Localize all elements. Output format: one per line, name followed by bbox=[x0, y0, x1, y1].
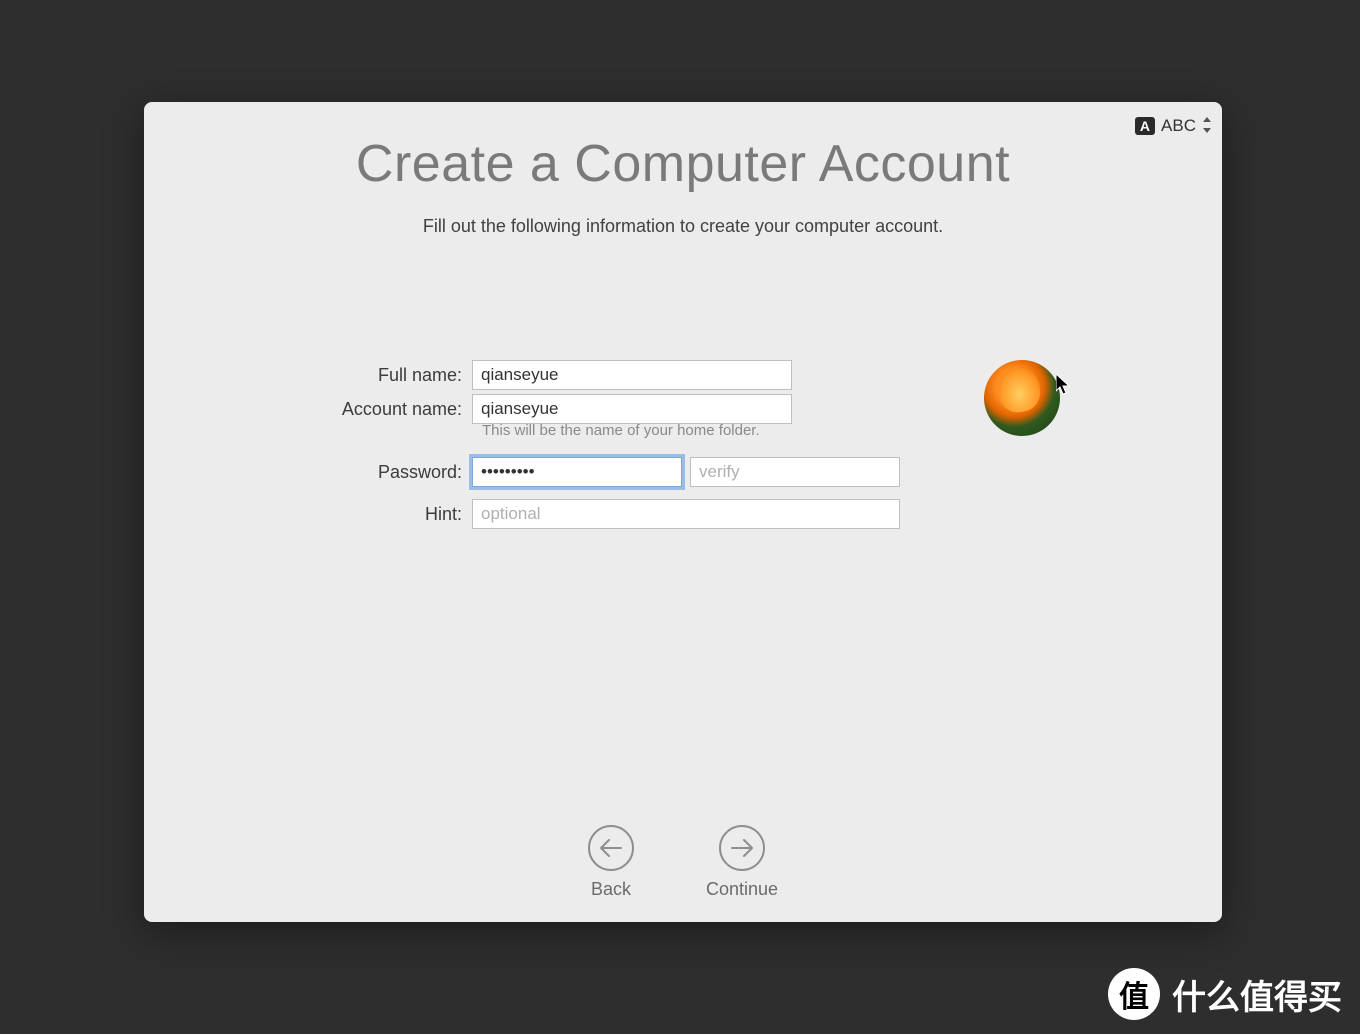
page-subtitle: Fill out the following information to cr… bbox=[144, 216, 1222, 237]
continue-label: Continue bbox=[706, 879, 778, 900]
password-verify-input[interactable] bbox=[690, 457, 900, 487]
watermark-badge-icon: 值 bbox=[1108, 968, 1160, 1020]
full-name-label: Full name: bbox=[144, 365, 472, 386]
hint-input[interactable] bbox=[472, 499, 900, 529]
hint-label: Hint: bbox=[144, 504, 472, 525]
password-label: Password: bbox=[144, 462, 472, 483]
account-avatar[interactable] bbox=[984, 360, 1060, 436]
back-label: Back bbox=[591, 879, 631, 900]
input-method-label: ABC bbox=[1161, 116, 1196, 136]
input-method-badge: A bbox=[1135, 117, 1155, 135]
nav-buttons: Back Continue bbox=[144, 825, 1222, 900]
page-title: Create a Computer Account bbox=[144, 134, 1222, 194]
watermark: 值 什么值得买 bbox=[1108, 968, 1342, 1020]
arrow-left-icon bbox=[588, 825, 634, 871]
setup-window: A ABC Create a Computer Account Fill out… bbox=[144, 102, 1222, 922]
up-down-arrows-icon bbox=[1202, 117, 1212, 136]
full-name-input[interactable] bbox=[472, 360, 792, 390]
input-method-switcher[interactable]: A ABC bbox=[1135, 116, 1212, 136]
cursor-icon bbox=[1056, 374, 1072, 401]
password-input[interactable] bbox=[472, 457, 682, 487]
account-name-hint: This will be the name of your home folde… bbox=[482, 422, 1222, 439]
back-button[interactable]: Back bbox=[588, 825, 634, 900]
arrow-right-icon bbox=[719, 825, 765, 871]
account-name-label: Account name: bbox=[144, 399, 472, 420]
account-name-input[interactable] bbox=[472, 394, 792, 424]
watermark-text: 什么值得买 bbox=[1172, 970, 1342, 1019]
continue-button[interactable]: Continue bbox=[706, 825, 778, 900]
